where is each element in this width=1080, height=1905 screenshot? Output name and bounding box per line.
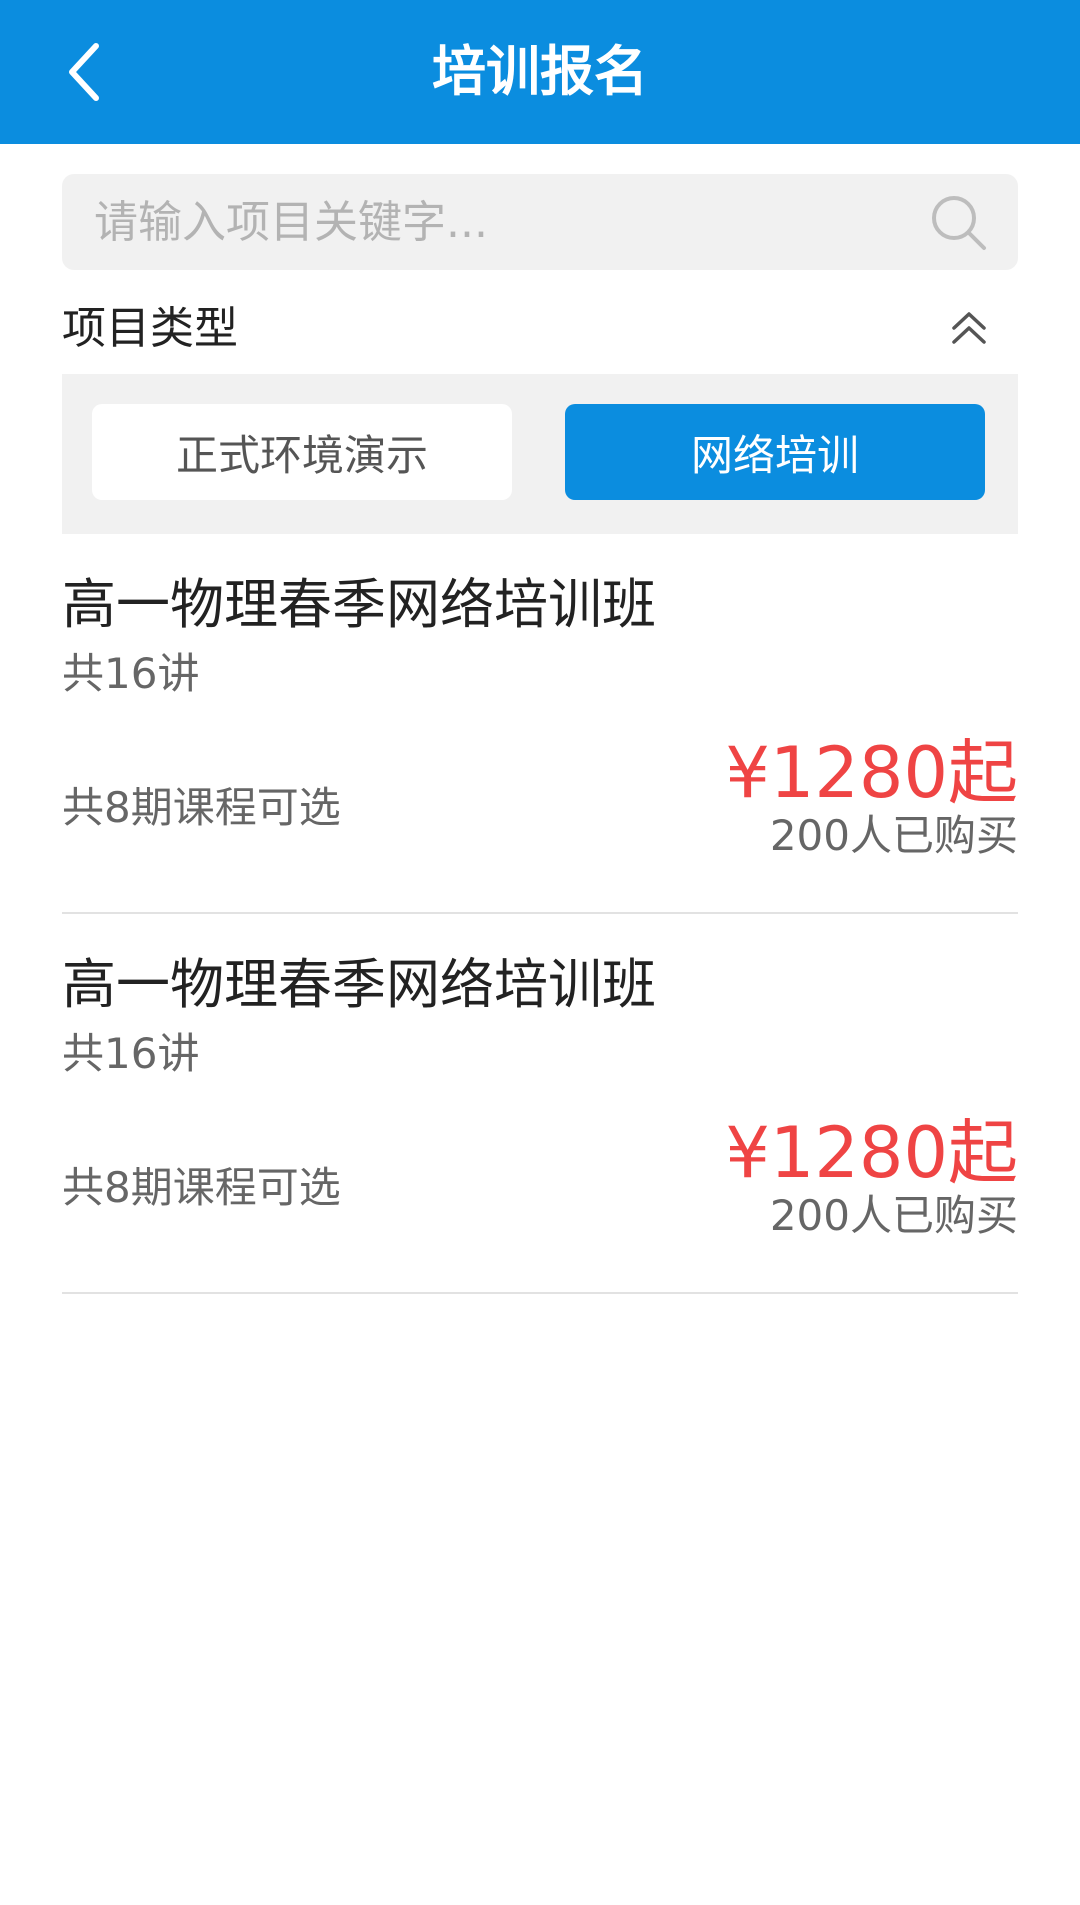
course-lectures: 共16讲 [62, 1029, 200, 1078]
course-periods: 共8期课程可选 [62, 1163, 341, 1212]
course-list-item[interactable]: 高一物理春季网络培训班 共16讲 共8期课程可选 ¥1280起 200人已购买 [62, 914, 1018, 1294]
course-periods: 共8期课程可选 [62, 783, 341, 832]
search-input[interactable] [92, 174, 912, 270]
search-icon[interactable] [928, 192, 990, 254]
course-list-item[interactable]: 高一物理春季网络培训班 共16讲 共8期课程可选 ¥1280起 200人已购买 [62, 534, 1018, 914]
course-title: 高一物理春季网络培训班 [62, 953, 656, 1016]
course-title: 高一物理春季网络培训班 [62, 573, 656, 636]
app-header: 培训报名 [0, 0, 1080, 144]
course-buyers: 200人已购买 [769, 1191, 1018, 1240]
course-buyers: 200人已购买 [769, 811, 1018, 860]
filter-header: 项目类型 [62, 292, 1018, 366]
filter-option-demo[interactable]: 正式环境演示 [92, 404, 512, 500]
page-title: 培训报名 [432, 40, 648, 103]
course-price: ¥1280起 [725, 1112, 1018, 1194]
filter-title: 项目类型 [62, 303, 238, 354]
search-bar [62, 174, 1018, 270]
filter-option-online-training[interactable]: 网络培训 [565, 404, 985, 500]
course-lectures: 共16讲 [62, 649, 200, 698]
double-chevron-up-icon[interactable] [946, 306, 992, 352]
filter-panel: 正式环境演示 网络培训 [62, 374, 1018, 534]
course-price: ¥1280起 [725, 732, 1018, 814]
